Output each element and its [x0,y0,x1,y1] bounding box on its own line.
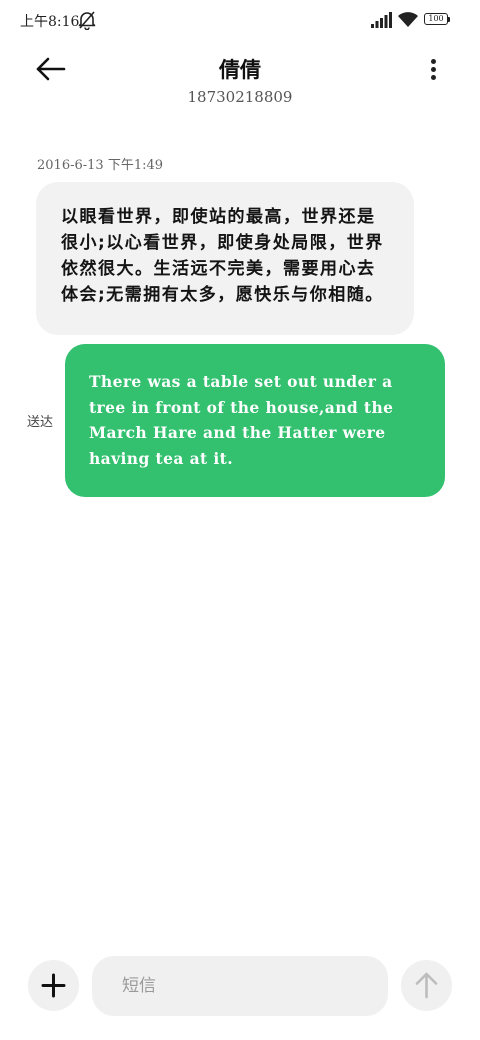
status-bar: 上午8:16 100 [0,0,480,40]
more-options-button[interactable] [420,54,448,84]
message-input[interactable] [92,956,388,1016]
status-time: 上午8:16 [20,14,80,30]
plus-icon [41,973,66,998]
conversation-screen: 上午8:16 100 倩倩 18730218809 2016-6-13 下午1:… [0,0,480,1040]
do-not-disturb-icon [78,11,96,30]
message-timestamp: 2016-6-13 下午1:49 [37,158,164,173]
contact-name[interactable]: 倩倩 [0,54,480,84]
battery-icon: 100 [424,13,452,27]
battery-level: 100 [428,14,444,23]
sent-message-text: There was a table set out under a tree i… [89,372,394,468]
delivery-status: 送达 [27,415,54,430]
sent-message-bubble[interactable]: There was a table set out under a tree i… [65,344,445,497]
wifi-icon [398,12,418,27]
contact-phone-number: 18730218809 [187,88,293,106]
conversation-header: 倩倩 18730218809 [0,46,480,116]
send-button[interactable] [401,960,452,1011]
received-message-text: 以眼看世界，即使站的最高，世界还是很小;以心看世界，即使身处局限，世界依然很大。… [61,207,384,305]
more-vertical-icon [431,59,436,64]
signal-icon [371,12,392,28]
add-attachment-button[interactable] [28,960,79,1011]
send-arrow-icon [415,972,438,999]
received-message-bubble[interactable]: 以眼看世界，即使站的最高，世界还是很小;以心看世界，即使身处局限，世界依然很大。… [36,182,414,335]
